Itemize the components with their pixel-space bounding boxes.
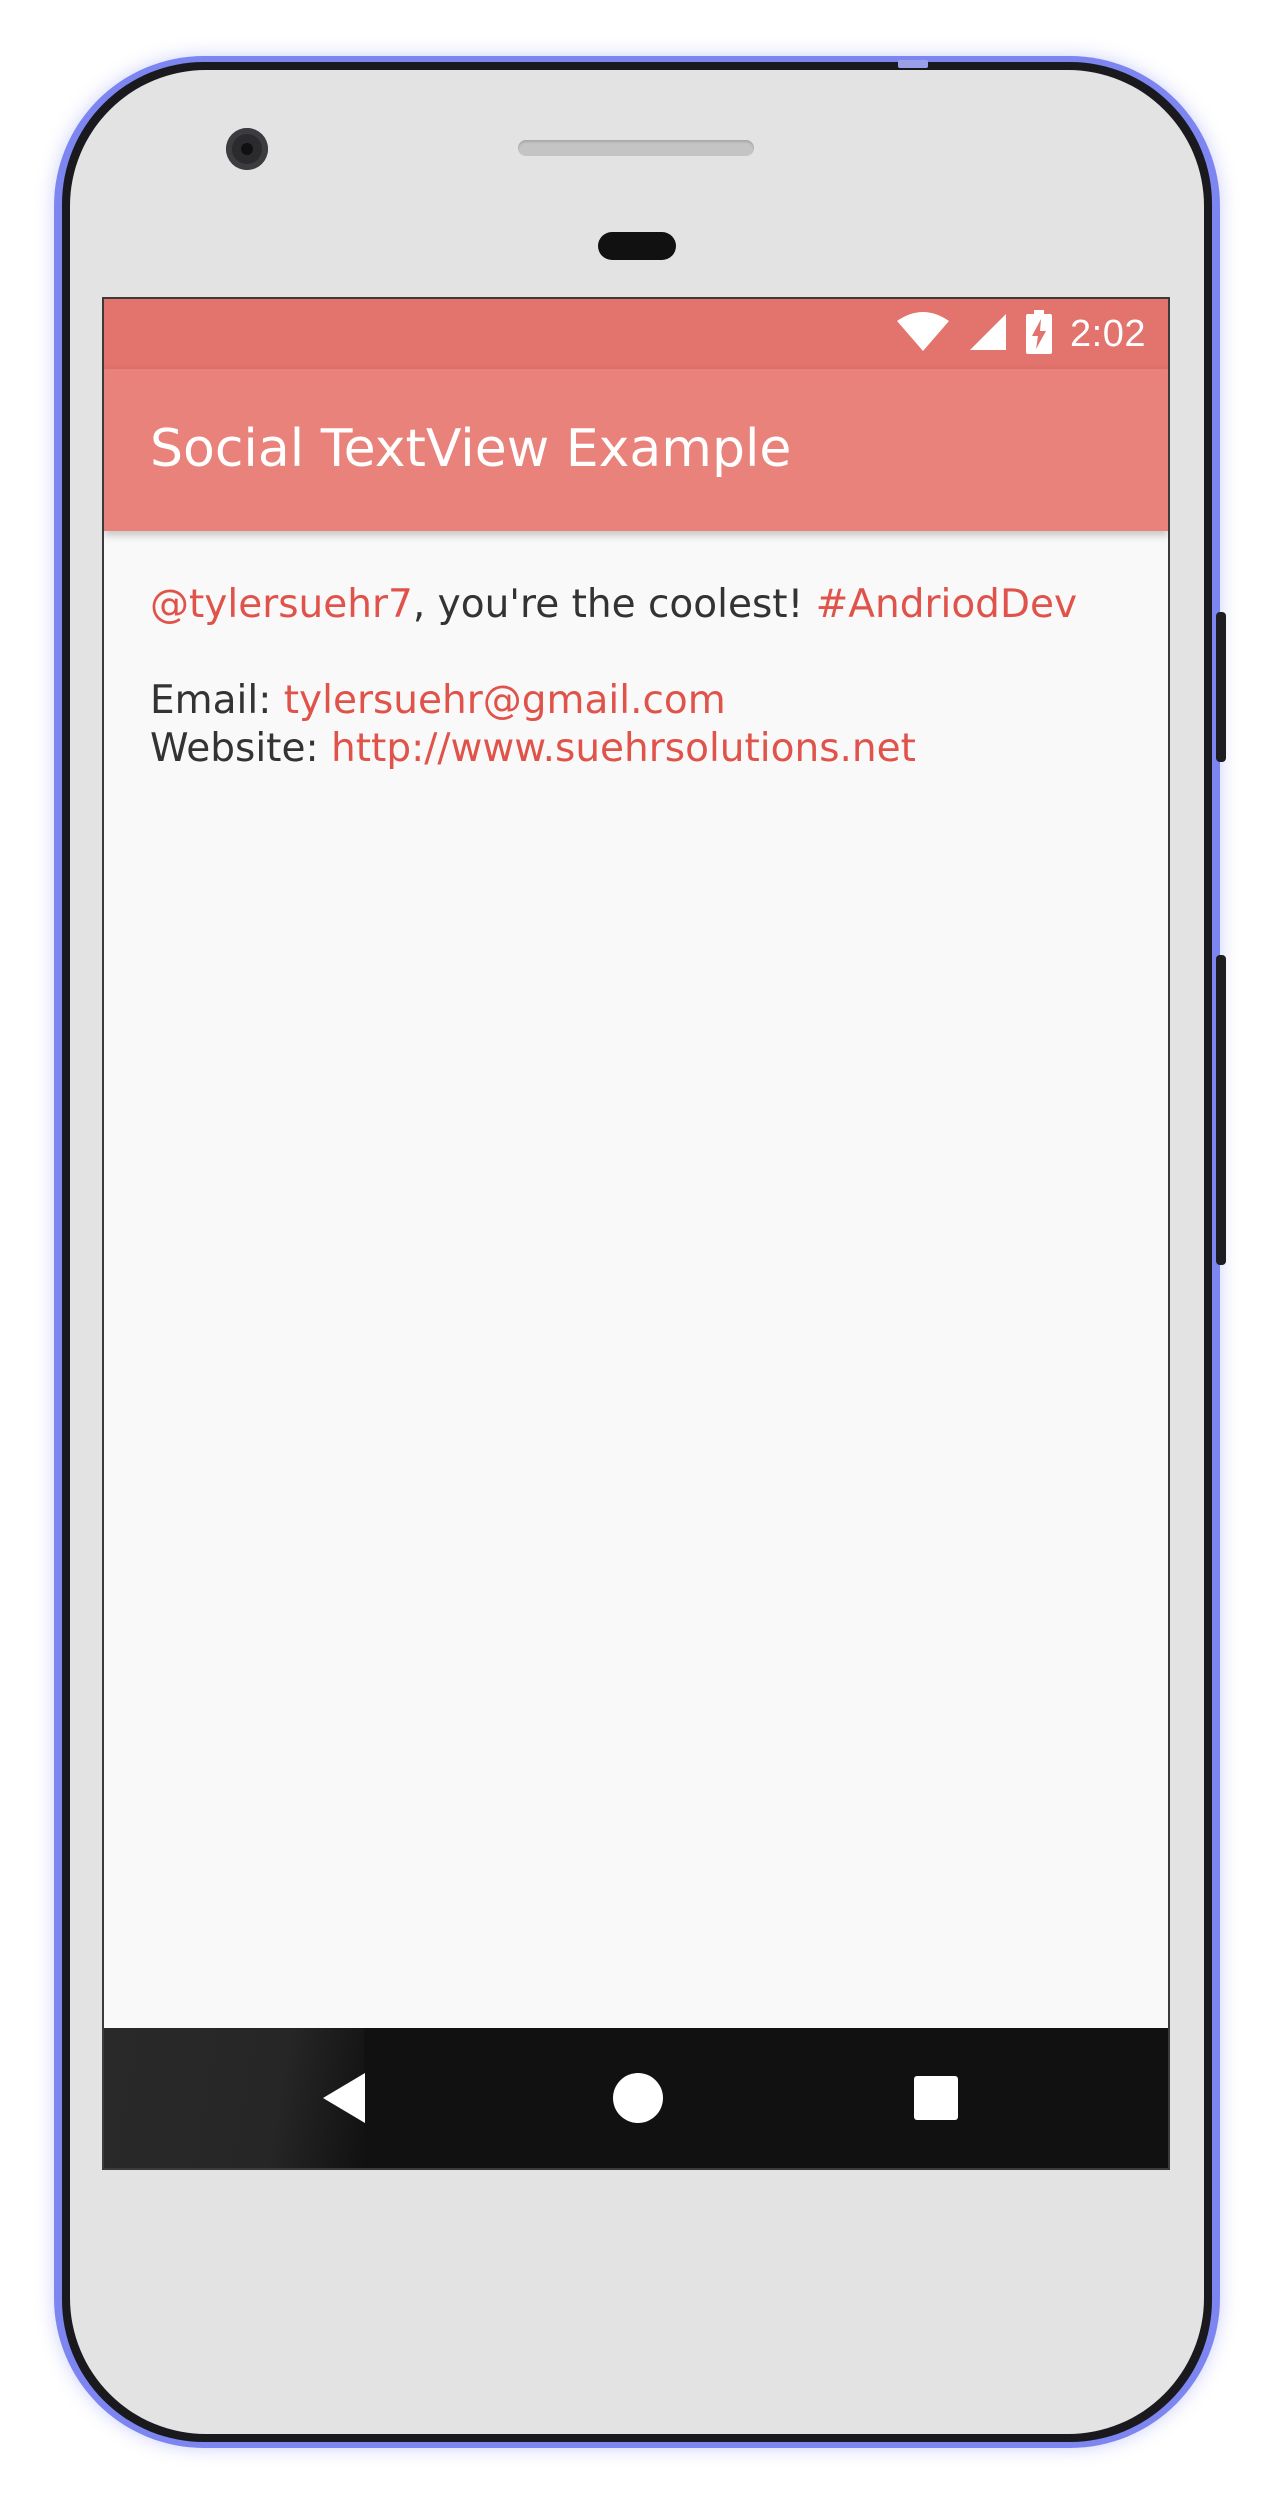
app-title: Social TextView Example: [150, 419, 792, 479]
social-textview: @tylersuehr7, you're the coolest! #Andri…: [150, 581, 1138, 773]
cell-signal-icon: [968, 312, 1008, 357]
navigation-bar: [104, 2028, 1168, 2168]
status-time: 2:02: [1070, 312, 1146, 355]
device-stage: 2:02 Social TextView Example @tylersuehr…: [0, 0, 1276, 2500]
greeting-text: , you're the coolest!: [412, 582, 816, 627]
back-icon[interactable]: [312, 2066, 376, 2130]
phone-screen: 2:02 Social TextView Example @tylersuehr…: [102, 297, 1170, 2170]
website-link[interactable]: http://www.suehrsolutions.net: [331, 726, 916, 771]
battery-charging-icon: [1026, 309, 1053, 359]
recents-icon[interactable]: [904, 2066, 968, 2130]
email-line: Email: tylersuehr@gmail.com: [150, 677, 1138, 725]
status-icons: 2:02: [896, 309, 1146, 359]
status-bar: 2:02: [104, 299, 1168, 369]
website-label: Website:: [150, 726, 332, 771]
device-top-mark: [898, 60, 928, 68]
mention-link[interactable]: @tylersuehr7: [150, 582, 413, 627]
wifi-icon: [896, 311, 950, 357]
home-icon[interactable]: [606, 2066, 670, 2130]
earpiece: [598, 232, 676, 260]
volume-rocker[interactable]: [1216, 955, 1226, 1265]
email-link[interactable]: tylersuehr@gmail.com: [284, 678, 726, 723]
speaker-grille: [518, 140, 754, 156]
greeting-line: @tylersuehr7, you're the coolest! #Andri…: [150, 581, 1138, 629]
power-button[interactable]: [1216, 612, 1226, 762]
front-camera: [226, 128, 268, 170]
website-line: Website: http://www.suehrsolutions.net: [150, 725, 1138, 773]
hashtag-link[interactable]: #AndriodDev: [816, 582, 1077, 627]
email-label: Email:: [150, 678, 284, 723]
app-bar: Social TextView Example: [104, 369, 1168, 531]
